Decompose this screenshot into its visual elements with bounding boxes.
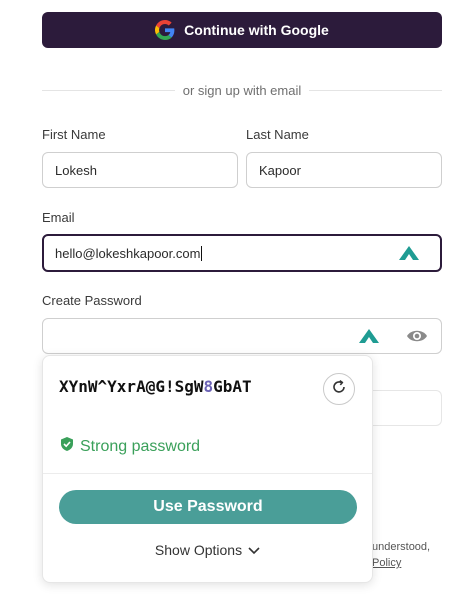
chevron-down-icon <box>248 542 260 558</box>
last-name-field[interactable]: Kapoor <box>246 152 442 188</box>
password-generator-popup: XYnW^YxrA@G!SgW8GbAT Strong password Use… <box>42 355 373 583</box>
generated-password-part: XYnW^YxrA@G!SgW <box>59 377 204 396</box>
create-password-label: Create Password <box>42 293 142 308</box>
show-options-toggle[interactable]: Show Options <box>43 542 372 558</box>
use-password-button[interactable]: Use Password <box>59 490 357 524</box>
terms-text: understood, <box>372 541 431 553</box>
text-caret <box>201 245 203 261</box>
password-strength-label: Strong password <box>80 437 201 455</box>
email-signup-divider: or sign up with email <box>42 80 442 100</box>
popup-divider <box>43 473 372 474</box>
nordpass-icon[interactable] <box>398 245 420 261</box>
google-icon <box>155 20 175 40</box>
email-field[interactable]: hello@lokeshkapoor.com <box>42 234 442 272</box>
last-name-value: Kapoor <box>259 162 301 178</box>
last-name-label: Last Name <box>246 127 309 142</box>
shield-check-icon <box>59 436 75 457</box>
divider-line <box>309 89 442 91</box>
continue-with-google-label: Continue with Google <box>184 22 329 38</box>
email-value: hello@lokeshkapoor.com <box>55 245 201 261</box>
generated-password: XYnW^YxrA@G!SgW8GbAT <box>59 376 299 398</box>
privacy-policy-link[interactable]: Policy <box>372 557 401 569</box>
first-name-field[interactable]: Lokesh <box>42 152 238 188</box>
nordpass-icon[interactable] <box>358 328 380 344</box>
divider-text: or sign up with email <box>182 82 302 98</box>
password-field[interactable] <box>42 318 442 354</box>
password-strength: Strong password <box>59 436 200 457</box>
first-name-value: Lokesh <box>55 162 97 178</box>
email-label: Email <box>42 210 75 225</box>
refresh-icon <box>331 379 347 400</box>
show-options-label: Show Options <box>154 542 243 558</box>
generated-password-digit: 8 <box>203 377 214 396</box>
first-name-label: First Name <box>42 127 106 142</box>
eye-icon[interactable] <box>406 328 428 344</box>
divider-line <box>42 89 175 91</box>
generated-password-part: GbAT <box>213 377 252 396</box>
continue-with-google-button[interactable]: Continue with Google <box>42 12 442 48</box>
regenerate-password-button[interactable] <box>323 373 355 405</box>
hidden-field[interactable] <box>368 390 442 426</box>
